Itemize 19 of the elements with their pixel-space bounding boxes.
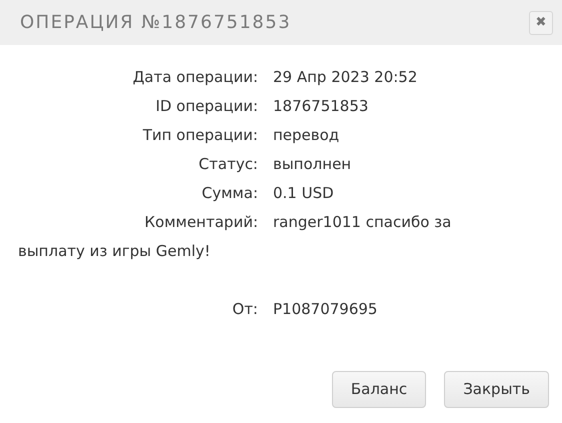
- dialog-button[interactable]: Закрыть: [444, 371, 549, 408]
- field-value: 1876751853: [273, 96, 368, 118]
- field-label: Статус:: [198, 154, 258, 176]
- field-label: Сумма:: [200, 183, 258, 204]
- field-value: выполнен: [273, 154, 352, 176]
- field-label: Тип операции:: [142, 125, 258, 146]
- field-label: От:: [231, 299, 258, 320]
- field-value: перевод: [273, 125, 340, 146]
- field-label: Дата операции:: [132, 67, 258, 88]
- comment-text: выплату из игры Gemly!: [18, 241, 210, 262]
- field-label: Комментарий:: [144, 212, 258, 234]
- dialog-button[interactable]: Баланс: [332, 371, 426, 408]
- field-label: ID операции:: [154, 96, 258, 118]
- comment-text: ranger1011 спасибо за: [273, 212, 452, 234]
- field-value: 0.1 USD: [273, 183, 334, 204]
- close-button[interactable]: ✖: [529, 10, 553, 34]
- dialog-title: ОПЕРАЦИЯ №1876751853: [20, 11, 292, 35]
- field-value: 29 Апр 2023 20:52: [273, 67, 418, 88]
- field-value: P1087079695: [273, 299, 378, 320]
